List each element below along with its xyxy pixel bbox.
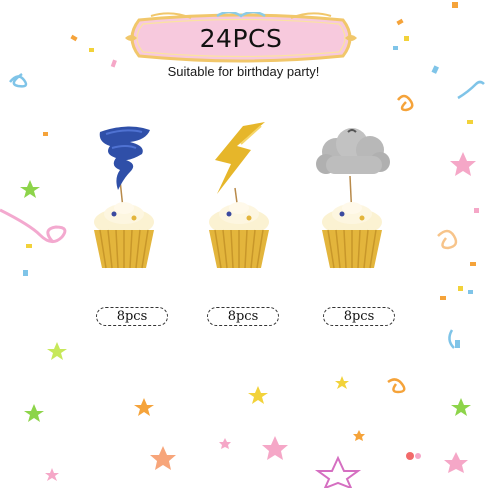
star-icon [248,386,268,404]
banner-title: 24PCS [199,23,283,53]
confetti-piece [474,208,479,213]
confetti-piece [468,290,473,294]
confetti-piece [89,48,94,52]
quantity-label-cloud: 8pcs [323,307,395,326]
cloud-cupcake-topper [316,128,390,269]
confetti-piece [467,120,473,124]
star-icon [45,468,59,481]
star-icon [24,404,44,422]
star-icon [262,436,288,460]
ribbon-curl [387,378,406,394]
confetti-piece [440,296,446,300]
confetti-piece [470,262,476,266]
confetti-piece [396,18,404,26]
confetti-piece [455,340,460,348]
confetti-piece [452,2,458,8]
tornado-icon [99,126,150,190]
star-icon [134,398,154,416]
confetti-piece [458,286,463,291]
star-icon [219,438,231,449]
cloud-icon [316,128,390,174]
confetti-piece [26,244,32,248]
ribbon-curl [0,208,67,243]
lightning-cupcake-topper [209,122,269,269]
confetti-piece [404,36,409,41]
ribbon-curl [397,94,414,112]
confetti-piece [393,46,398,50]
confetti-dot [406,452,414,460]
confetti-dot [415,453,421,459]
tornado-cupcake-topper [94,126,154,269]
lightning-icon [215,122,265,194]
star-icon [335,376,349,389]
quantity-label-tornado: 8pcs [96,307,168,326]
star-icon [353,430,365,441]
star-icon [150,446,176,470]
ribbon-curl [448,329,455,349]
star-icon [314,455,362,488]
star-icon [451,398,471,416]
confetti-piece [23,270,28,276]
confetti-piece [43,132,48,136]
star-icon [47,342,67,360]
product-image: 24PCS Suitable for birthday party! 8pcs … [0,0,487,488]
confetti-piece [70,34,78,42]
star-icon [450,152,476,176]
ribbon-curl [437,229,458,250]
quantity-label-lightning: 8pcs [207,307,279,326]
star-icon [444,452,468,473]
ribbon-curl [457,80,485,100]
star-icon [20,180,40,198]
banner-subtitle: Suitable for birthday party! [167,64,320,79]
